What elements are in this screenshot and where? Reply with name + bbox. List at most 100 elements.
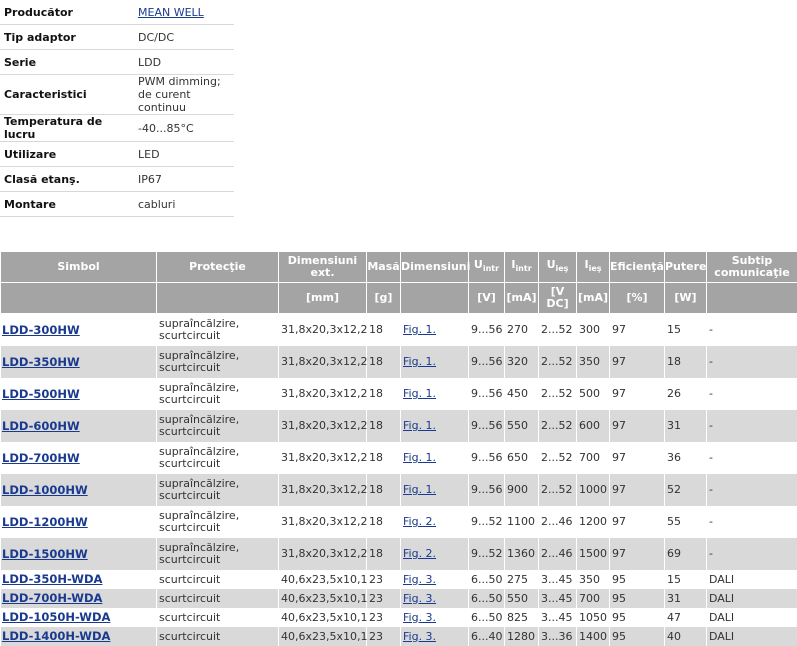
input-voltage-cell: 9...56 xyxy=(469,410,505,442)
figure-link[interactable]: Fig. 2. xyxy=(403,515,436,528)
output-current-cell: 350 xyxy=(577,570,610,589)
product-link[interactable]: LDD-1050H-WDA xyxy=(2,610,110,624)
output-current-cell: 700 xyxy=(577,589,610,608)
product-link[interactable]: LDD-700H-WDA xyxy=(2,591,102,605)
power-cell: 47 xyxy=(665,608,707,627)
comm-subtype-cell: - xyxy=(707,378,797,410)
figure-link[interactable]: Fig. 1. xyxy=(403,387,436,400)
unit-protectie xyxy=(157,283,279,314)
protection-cell: scurtcircuit xyxy=(157,627,279,646)
input-current-cell: 275 xyxy=(505,570,539,589)
protection-cell: supraîncălzire,scurtcircuit xyxy=(157,314,279,347)
table-row: LDD-1400H-WDAscurtcircuit40,6x23,5x10,12… xyxy=(1,627,797,646)
figure-link[interactable]: Fig. 1. xyxy=(403,323,436,336)
output-voltage-cell: 2...46 xyxy=(539,506,577,538)
protection-line2: scurtcircuit xyxy=(159,490,278,502)
table-row: LDD-1000HWsupraîncălzire,scurtcircuit31,… xyxy=(1,474,797,506)
figure-link[interactable]: Fig. 3. xyxy=(403,630,436,643)
figure-link[interactable]: Fig. 1. xyxy=(403,355,436,368)
figure-link[interactable]: Fig. 1. xyxy=(403,419,436,432)
mass-cell: 23 xyxy=(367,589,401,608)
figure-link[interactable]: Fig. 3. xyxy=(403,592,436,605)
output-voltage-cell: 2...52 xyxy=(539,474,577,506)
col-masa: Masă xyxy=(367,252,401,283)
efficiency-cell: 95 xyxy=(610,589,665,608)
figure-cell: Fig. 2. xyxy=(401,506,469,538)
comm-subtype-cell: DALI xyxy=(707,608,797,627)
product-link[interactable]: LDD-1400H-WDA xyxy=(2,629,110,643)
property-value: DC/DC xyxy=(134,25,234,50)
output-current-cell: 1500 xyxy=(577,538,610,570)
property-value: -40...85°C xyxy=(134,115,234,142)
symbol-cell: LDD-1200HW xyxy=(1,506,157,538)
output-voltage-cell: 2...52 xyxy=(539,442,577,474)
unit-simbol xyxy=(1,283,157,314)
property-value: LED xyxy=(134,142,234,167)
property-row: UtilizareLED xyxy=(0,142,234,167)
protection-cell: scurtcircuit xyxy=(157,570,279,589)
input-voltage-cell: 9...56 xyxy=(469,378,505,410)
protection-line2: scurtcircuit xyxy=(159,394,278,406)
product-link[interactable]: LDD-700HW xyxy=(2,451,80,465)
efficiency-cell: 95 xyxy=(610,608,665,627)
symbol-cell: LDD-1000HW xyxy=(1,474,157,506)
table-row: LDD-500HWsupraîncălzire,scurtcircuit31,8… xyxy=(1,378,797,410)
input-voltage-cell: 9...52 xyxy=(469,506,505,538)
dimensions-cell: 31,8x20,3x12,2 xyxy=(279,410,367,442)
product-link[interactable]: LDD-350HW xyxy=(2,355,80,369)
table-row: LDD-350H-WDAscurtcircuit40,6x23,5x10,123… xyxy=(1,570,797,589)
unit-dimensiuni xyxy=(401,283,469,314)
power-cell: 15 xyxy=(665,314,707,347)
unit-u-intr: [V] xyxy=(469,283,505,314)
manufacturer-link[interactable]: MEAN WELL xyxy=(138,6,204,19)
symbol-cell: LDD-700H-WDA xyxy=(1,589,157,608)
property-row: Montarecabluri xyxy=(0,192,234,217)
power-cell: 26 xyxy=(665,378,707,410)
power-cell: 55 xyxy=(665,506,707,538)
figure-link[interactable]: Fig. 2. xyxy=(403,547,436,560)
input-voltage-cell: 9...56 xyxy=(469,474,505,506)
product-link[interactable]: LDD-500HW xyxy=(2,387,80,401)
input-current-cell: 900 xyxy=(505,474,539,506)
efficiency-cell: 95 xyxy=(610,570,665,589)
product-link[interactable]: LDD-350H-WDA xyxy=(2,572,102,586)
figure-cell: Fig. 3. xyxy=(401,608,469,627)
mass-cell: 18 xyxy=(367,314,401,347)
figure-cell: Fig. 3. xyxy=(401,627,469,646)
figure-link[interactable]: Fig. 3. xyxy=(403,573,436,586)
property-row: Tip adaptorDC/DC xyxy=(0,25,234,50)
product-link[interactable]: LDD-300HW xyxy=(2,323,80,337)
figure-cell: Fig. 3. xyxy=(401,570,469,589)
figure-cell: Fig. 3. xyxy=(401,589,469,608)
mass-cell: 23 xyxy=(367,570,401,589)
unit-eficienta: [%] xyxy=(610,283,665,314)
product-link[interactable]: LDD-1200HW xyxy=(2,515,88,529)
table-row: LDD-1050H-WDAscurtcircuit40,6x23,5x10,12… xyxy=(1,608,797,627)
output-voltage-cell: 2...52 xyxy=(539,346,577,378)
figure-link[interactable]: Fig. 1. xyxy=(403,483,436,496)
units-row: [mm] [g] [V] [mA] [V DC] [mA] [%] [W] xyxy=(1,283,797,314)
input-current-cell: 320 xyxy=(505,346,539,378)
efficiency-cell: 97 xyxy=(610,442,665,474)
power-cell: 15 xyxy=(665,570,707,589)
product-link[interactable]: LDD-600HW xyxy=(2,419,80,433)
unit-subtip xyxy=(707,283,797,314)
output-current-cell: 600 xyxy=(577,410,610,442)
dimensions-cell: 40,6x23,5x10,1 xyxy=(279,589,367,608)
product-link[interactable]: LDD-1000HW xyxy=(2,483,88,497)
comm-subtype-cell: DALI xyxy=(707,570,797,589)
symbol-cell: LDD-700HW xyxy=(1,442,157,474)
unit-u-ies: [V DC] xyxy=(539,283,577,314)
table-row: LDD-350HWsupraîncălzire,scurtcircuit31,8… xyxy=(1,346,797,378)
protection-cell: supraîncălzire,scurtcircuit xyxy=(157,538,279,570)
figure-link[interactable]: Fig. 3. xyxy=(403,611,436,624)
product-link[interactable]: LDD-1500HW xyxy=(2,547,88,561)
input-current-cell: 450 xyxy=(505,378,539,410)
figure-link[interactable]: Fig. 1. xyxy=(403,451,436,464)
table-row: LDD-300HWsupraîncălzire,scurtcircuit31,8… xyxy=(1,314,797,347)
header-row: Simbol Protecţie Dimensiuni ext. Masă Di… xyxy=(1,252,797,283)
efficiency-cell: 97 xyxy=(610,378,665,410)
comm-subtype-cell: - xyxy=(707,346,797,378)
output-current-cell: 1000 xyxy=(577,474,610,506)
input-current-cell: 1280 xyxy=(505,627,539,646)
